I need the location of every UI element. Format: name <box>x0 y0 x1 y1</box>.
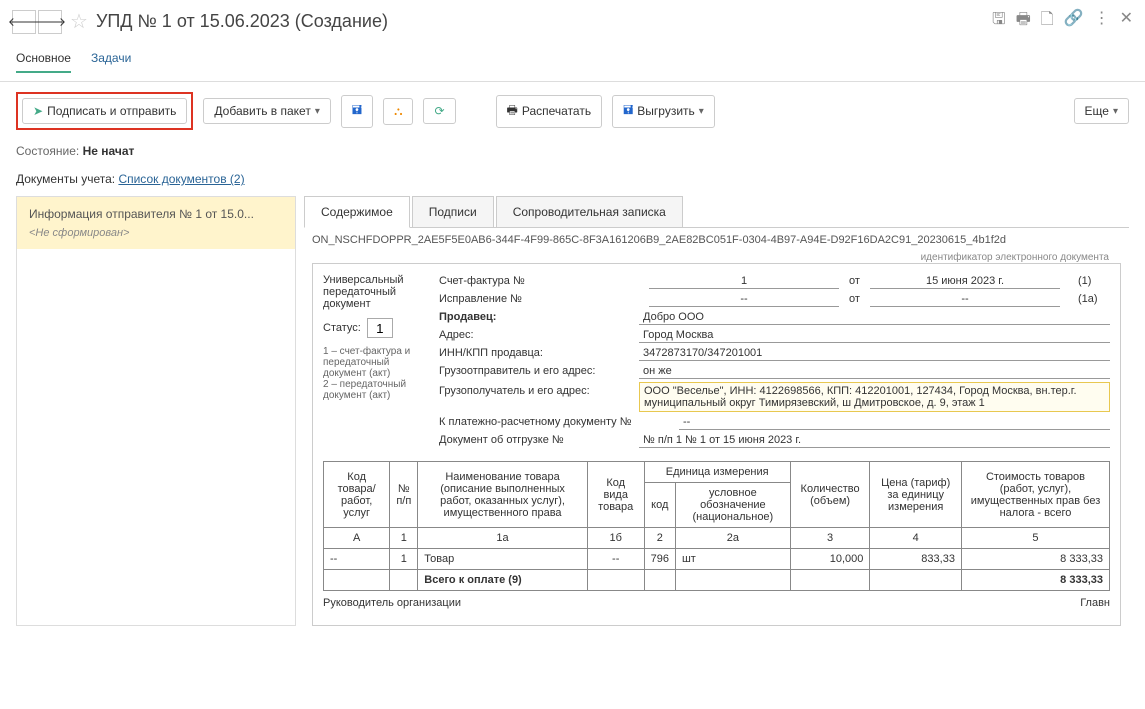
close-icon[interactable]: ✕ <box>1120 8 1133 35</box>
upload-button[interactable]: 🖬 Выгрузить <box>612 95 715 128</box>
favorite-star-icon[interactable]: ☆ <box>70 9 88 34</box>
th-name: Наименование товара (описание выполненны… <box>418 462 588 528</box>
upd-status-label: Статус: <box>323 322 361 334</box>
print-button[interactable]: 🖶 Распечатать <box>496 95 603 128</box>
diskette-icon: 🖬 <box>623 101 633 122</box>
sf-number: 1 <box>649 274 839 289</box>
doc-tab-note[interactable]: Сопроводительная записка <box>496 196 683 227</box>
leader-label: Руководитель организации <box>323 597 461 609</box>
doc-tab-signatures[interactable]: Подписи <box>412 196 494 227</box>
th-kind: Код вида товара <box>587 462 644 528</box>
preview-icon[interactable]: 🗋 <box>1041 8 1054 35</box>
refresh-button[interactable]: ⟳ <box>423 98 455 124</box>
tab-tasks[interactable]: Задачи <box>91 51 131 73</box>
sender-state: <Не сформирован> <box>29 227 283 239</box>
left-pane: Информация отправителя № 1 от 15.0... <Н… <box>16 196 296 626</box>
th-unit-name: условное обозначение (национальное) <box>675 483 790 528</box>
th-code: Код товара/ работ, услуг <box>324 462 390 528</box>
more-button[interactable]: Еще <box>1074 98 1129 124</box>
docs-list-link[interactable]: Список документов (2) <box>118 172 244 186</box>
shipdoc-label: Документ об отгрузке № <box>439 434 639 446</box>
nav-back-button[interactable]: 🡐 <box>12 10 36 34</box>
sender-title: Информация отправителя № 1 от 15.0... <box>29 207 283 221</box>
print-icon[interactable]: 🖶 <box>1016 8 1031 35</box>
shipper-label: Грузоотправитель и его адрес: <box>439 365 639 377</box>
nav-forward-button[interactable]: 🡒 <box>38 10 62 34</box>
save-icon[interactable]: 🖫 <box>992 8 1006 35</box>
tab-main[interactable]: Основное <box>16 51 71 73</box>
chief-label: Главн <box>1080 597 1110 609</box>
legend-2: 2 – передаточный документ (акт) <box>323 379 423 401</box>
sf-date: 15 июня 2023 г. <box>870 274 1060 289</box>
th-qty: Количество (объем) <box>790 462 870 528</box>
document-body: Универсальный передаточный документ Стат… <box>312 263 1121 626</box>
upd-title: Универсальный передаточный документ <box>323 274 423 310</box>
shipper-value: он же <box>639 364 1110 379</box>
payment-label: К платежно-расчетному документу № <box>439 416 679 428</box>
page-title: УПД № 1 от 15.06.2023 (Создание) <box>96 11 984 32</box>
shipdoc-value: № п/п 1 № 1 от 15 июня 2023 г. <box>639 433 1110 448</box>
th-num: № п/п <box>390 462 418 528</box>
consignee-label: Грузополучатель и его адрес: <box>439 385 639 397</box>
sign-send-button[interactable]: ➤ Подписать и отправить <box>22 98 187 124</box>
tree-icon: ⛬ <box>394 104 402 119</box>
items-table: Код товара/ работ, услуг № п/п Наименова… <box>323 461 1110 591</box>
link-icon[interactable]: 🔗 <box>1064 8 1084 35</box>
corr-label: Исправление № <box>439 293 639 305</box>
sf-label: Счет-фактура № <box>439 275 639 287</box>
corr-date: -- <box>870 292 1060 307</box>
status-value: Не начат <box>83 144 135 158</box>
th-unit-code: код <box>644 483 675 528</box>
total-row: Всего к оплате (9) 8 333,33 <box>324 570 1110 591</box>
consignee-value: ООО "Веселье", ИНН: 4122698566, КПП: 412… <box>639 382 1110 412</box>
addr-label: Адрес: <box>439 329 639 341</box>
sign-send-highlight: ➤ Подписать и отправить <box>16 92 193 130</box>
refresh-icon: ⟳ <box>434 104 444 118</box>
inn-value: 3472873170/347201001 <box>639 346 1110 361</box>
th-cost: Стоимость товаров (работ, услуг), имущес… <box>961 462 1109 528</box>
seller-label: Продавец: <box>439 311 639 323</box>
send-icon: ➤ <box>33 104 43 118</box>
sender-info-item[interactable]: Информация отправителя № 1 от 15.0... <Н… <box>17 197 295 249</box>
save-button[interactable]: 🖬 <box>341 95 373 128</box>
docs-label: Документы учета: <box>16 172 115 186</box>
doc-identifier-caption: идентификатор электронного документа <box>304 252 1129 263</box>
doc-tab-content[interactable]: Содержимое <box>304 196 410 228</box>
more-icon[interactable]: ⋮ <box>1094 8 1110 35</box>
hierarchy-button[interactable]: ⛬ <box>383 98 413 125</box>
table-row[interactable]: -- 1 Товар -- 796 шт 10,000 833,33 8 333… <box>324 549 1110 570</box>
diskette-icon: 🖬 <box>352 101 362 122</box>
addr-value: Город Москва <box>639 328 1110 343</box>
printer-icon: 🖶 <box>507 101 518 122</box>
seller-value: Добро ООО <box>639 310 1110 325</box>
payment-value: -- <box>679 415 1110 430</box>
th-unit: Единица измерения <box>644 462 790 483</box>
corr-number: -- <box>649 292 839 307</box>
inn-label: ИНН/КПП продавца: <box>439 347 639 359</box>
legend-1: 1 – счет-фактура и передаточный документ… <box>323 346 423 379</box>
status-label: Состояние: <box>16 144 79 158</box>
upd-status-input[interactable] <box>367 318 393 338</box>
th-price: Цена (тариф) за единицу измерения <box>870 462 962 528</box>
doc-identifier: ON_NSCHFDOPPR_2AE5F5E0AB6-344F-4F99-865C… <box>304 228 1129 252</box>
add-to-packet-button[interactable]: Добавить в пакет <box>203 98 330 124</box>
